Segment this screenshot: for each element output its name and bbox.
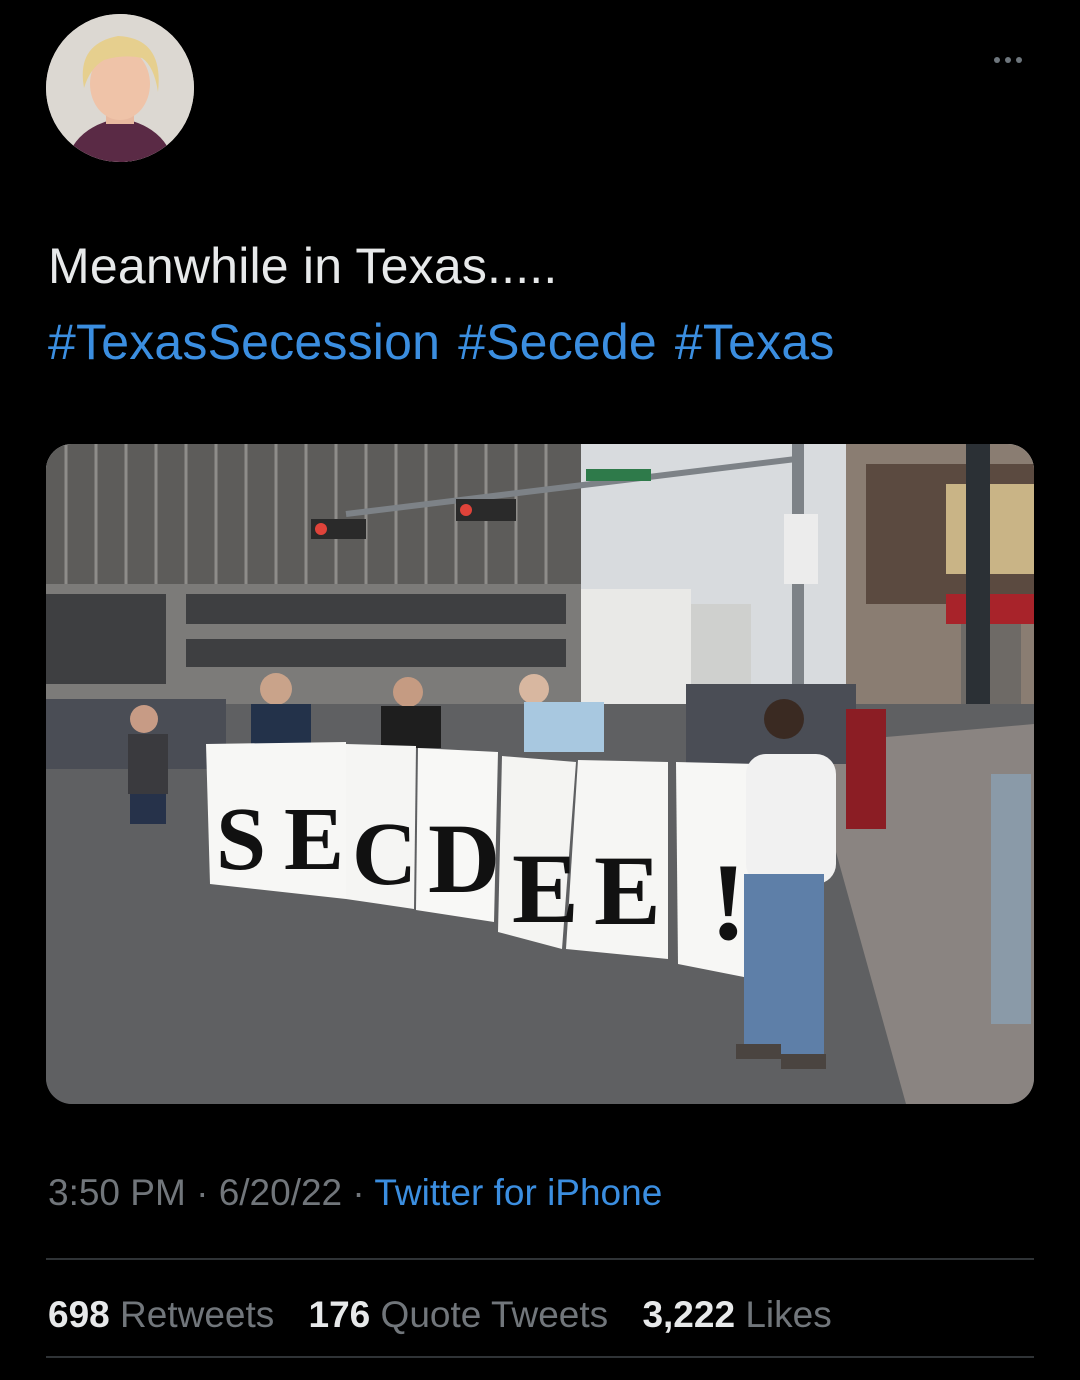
divider <box>46 1258 1034 1260</box>
author-avatar[interactable] <box>46 14 194 162</box>
tweet-photo[interactable]: S E C D E E ! <box>46 444 1034 1104</box>
tweet-text-line: Meanwhile in Texas..... <box>48 238 558 294</box>
sign-letter: E <box>512 833 579 944</box>
sign-letter: E <box>594 835 661 946</box>
likes-stat[interactable]: 3,222 Likes <box>642 1294 831 1335</box>
divider <box>46 1356 1034 1358</box>
tweet-date[interactable]: 6/20/22 <box>219 1172 342 1213</box>
engagement-stats: 698 Retweets 176 Quote Tweets 3,222 Like… <box>48 1294 856 1336</box>
tweet-text: Meanwhile in Texas..... #TexasSecession #… <box>48 228 1038 380</box>
street-photo-image: S E C D E E ! <box>46 444 1034 1104</box>
sign-letter: C <box>352 805 417 904</box>
hashtag-link[interactable]: #Texas <box>675 314 835 370</box>
sign-letter: S <box>216 790 266 889</box>
author-avatar-image <box>46 14 194 162</box>
sign-letter: E <box>284 790 344 889</box>
hashtag-link[interactable]: #Secede <box>458 314 657 370</box>
sign-letter: ! <box>710 841 747 963</box>
tweet-time[interactable]: 3:50 PM <box>48 1172 186 1213</box>
quote-tweets-stat[interactable]: 176 Quote Tweets <box>309 1294 609 1335</box>
tweet-meta: 3:50 PM · 6/20/22 · Twitter for iPhone <box>48 1172 662 1214</box>
sign-letter: D <box>428 803 500 914</box>
retweets-stat[interactable]: 698 Retweets <box>48 1294 274 1335</box>
more-options-icon[interactable] <box>986 50 1030 70</box>
meta-separator: · <box>196 1172 209 1213</box>
meta-separator: · <box>352 1172 365 1213</box>
hashtag-link[interactable]: #TexasSecession <box>48 314 440 370</box>
tweet-source-link[interactable]: Twitter for iPhone <box>374 1172 662 1213</box>
